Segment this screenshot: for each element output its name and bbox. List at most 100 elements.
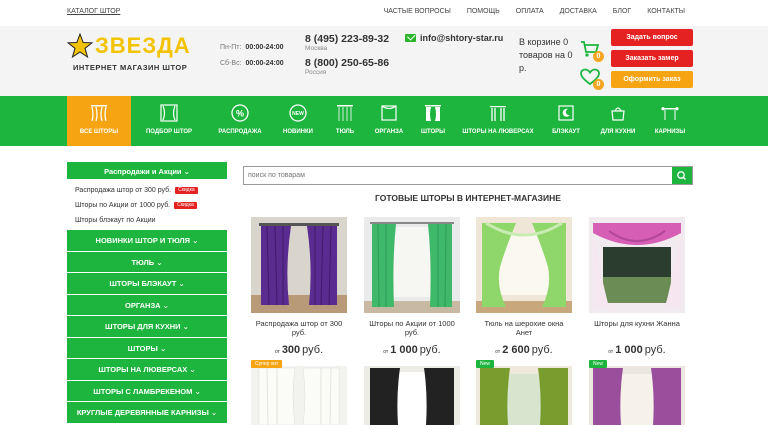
search-input[interactable] — [244, 167, 672, 184]
product-label-badge: New — [589, 360, 608, 368]
cart-count-badge: 0 — [593, 51, 604, 62]
product-image[interactable] — [589, 366, 685, 425]
nav-label: РАСПРОДАЖА — [218, 129, 262, 135]
nav-label: БЛЭКАУТ — [552, 129, 580, 135]
price-prefix: от — [274, 349, 280, 355]
blog-link[interactable]: БЛОГ — [613, 8, 631, 15]
phone-russia-city: Россия — [305, 69, 327, 76]
nav-label: ШТОРЫ — [420, 129, 446, 135]
product-price: от 1 000 руб. — [364, 340, 460, 358]
phone-russia[interactable]: 8 (800) 250-65-86 — [305, 57, 389, 69]
product-image[interactable] — [476, 366, 572, 425]
hours-weekend-time: 00:00-24:00 — [245, 60, 284, 67]
phone-moscow[interactable]: 8 (495) 223-89-32 — [305, 33, 389, 45]
order-measure-button[interactable]: Заказать замер — [611, 50, 693, 67]
brand-tagline: ИНТЕРНЕТ МАГАЗИН ШТОР — [73, 63, 188, 72]
cart-summary[interactable]: В корзине 0 товаров на 0 р. — [519, 36, 575, 75]
kitchen-icon — [611, 107, 625, 121]
product-card[interactable]: New — [589, 360, 685, 425]
curtain-icon — [91, 105, 107, 122]
ask-question-button[interactable]: Задать вопрос — [611, 29, 693, 46]
sidebar-item-label: ТЮЛЬ — [131, 257, 155, 267]
product-image[interactable] — [364, 366, 460, 425]
sidebar-head-label: Распродажи и Акции — [104, 167, 182, 176]
price-currency: руб. — [531, 344, 553, 356]
sidebar-item-organza[interactable]: ОРГАНЗА ⌄ — [67, 294, 227, 316]
nav-label: ПОДБОР ШТОР — [145, 129, 193, 135]
sidebar-sub-item[interactable]: Шторы по Акции от 1000 руб. Скидка — [67, 198, 227, 213]
sidebar-item-kitchen[interactable]: ШТОРЫ ДЛЯ КУХНИ ⌄ — [67, 316, 227, 338]
working-hours: Пн-Пт: 00:00-24:00 Сб-Вс: 00:00-24:00 — [220, 40, 284, 72]
sidebar-item-new[interactable]: НОВИНКИ ШТОР И ТЮЛЯ ⌄ — [67, 230, 227, 252]
sidebar-sales-head[interactable]: Распродажи и Акции ⌄ — [67, 162, 227, 181]
payment-link[interactable]: ОПЛАТА — [516, 8, 544, 15]
sidebar-sub-item[interactable]: Распродажа штор от 300 руб. Скидка — [67, 183, 227, 198]
price-value: 300 — [281, 344, 301, 356]
sidebar-item-label: ШТОРЫ С ЛАМБРЕКЕНОМ — [93, 386, 193, 396]
nav-label: ДЛЯ КУХНИ — [600, 129, 636, 135]
cart-icon[interactable]: 0 — [580, 40, 604, 62]
hours-weekdays-label: Пн-Пт: — [220, 44, 242, 51]
svg-text:NEW: NEW — [292, 111, 304, 117]
product-price: от 2 600 руб. — [476, 340, 572, 358]
email-contact[interactable]: info@shtory-star.ru — [405, 33, 503, 43]
catalog-link[interactable]: КАТАЛОГ ШТОР — [67, 8, 120, 15]
product-name[interactable]: Тюль на шерохие окна Анет — [476, 319, 572, 337]
product-image[interactable] — [364, 217, 460, 313]
sidebar-item-blackout[interactable]: ШТОРЫ БЛЭКАУТ ⌄ — [67, 273, 227, 295]
envelope-icon — [405, 34, 416, 42]
product-name[interactable]: Шторы для кухни Жанна — [589, 319, 685, 337]
sidebar-item-lambrequin[interactable]: ШТОРЫ С ЛАМБРЕКЕНОМ ⌄ — [67, 380, 227, 402]
product-image[interactable] — [251, 217, 347, 313]
nav-rods[interactable]: КАРНИЗЫ — [645, 96, 695, 146]
product-label-badge: Супер хит — [251, 360, 283, 368]
product-image[interactable] — [251, 366, 347, 425]
nav-label: ШТОРЫ НА ЛЮВЕРСАХ — [462, 129, 534, 135]
nav-curtain-select[interactable]: ПОДБОР ШТОР — [131, 96, 207, 146]
sidebar-item-label: ШТОРЫ — [127, 343, 158, 353]
sidebar-item-rods[interactable]: КРУГЛЫЕ ДЕРЕВЯННЫЕ КАРНИЗЫ ⌄ — [67, 402, 227, 424]
product-image[interactable] — [476, 217, 572, 313]
product-price: от 1 000 руб. — [589, 340, 685, 358]
nav-label: ВСЕ ШТОРЫ — [79, 129, 119, 135]
price-value: 1 000 — [615, 344, 643, 356]
sidebar-item-drapes[interactable]: ШТОРЫ ⌄ — [67, 337, 227, 359]
help-link[interactable]: ПОМОЩЬ — [467, 8, 500, 15]
delivery-link[interactable]: ДОСТАВКА — [560, 8, 597, 15]
contacts-link[interactable]: КОНТАКТЫ — [647, 8, 685, 15]
product-name[interactable]: Распродажа штор от 300 руб. — [251, 319, 347, 337]
nav-drapes[interactable]: ШТОРЫ — [411, 96, 455, 146]
nav-tulle[interactable]: ТЮЛЬ — [323, 96, 367, 146]
product-image[interactable] — [589, 217, 685, 313]
logo[interactable]: ЗВЕЗДА ИНТЕРНЕТ МАГАЗИН ШТОР — [67, 33, 197, 83]
sidebar-item-label: ШТОРЫ ДЛЯ КУХНИ — [105, 322, 181, 331]
product-card[interactable]: Тюль на шерохие окна Анет от 2 600 руб. — [476, 217, 572, 358]
nav-blackout[interactable]: БЛЭКАУТ — [541, 96, 591, 146]
product-card[interactable] — [364, 366, 460, 425]
nav-grommets[interactable]: ШТОРЫ НА ЛЮВЕРСАХ — [455, 96, 541, 146]
nav-sale[interactable]: % РАСПРОДАЖА — [207, 96, 273, 146]
sidebar-item-grommets[interactable]: ШТОРЫ НА ЛЮВЕРСАХ ⌄ — [67, 359, 227, 381]
product-card[interactable]: Шторы по Акции от 1000 руб. от 1 000 руб. — [364, 217, 460, 358]
sidebar-item-tulle[interactable]: ТЮЛЬ ⌄ — [67, 251, 227, 273]
product-card[interactable]: Распродажа штор от 300 руб. от 300 руб. — [251, 217, 347, 358]
hours-weekend-label: Сб-Вс: — [220, 60, 242, 67]
phone-moscow-city: Москва — [305, 45, 328, 52]
checkout-button[interactable]: Оформить заказ — [611, 71, 693, 88]
faq-link[interactable]: ЧАСТЫЕ ВОПРОСЫ — [384, 8, 451, 15]
nav-all-curtains[interactable]: ВСЕ ШТОРЫ — [67, 96, 131, 146]
favorites-icon[interactable]: 0 — [580, 68, 604, 90]
product-name[interactable]: Шторы по Акции от 1000 руб. — [364, 319, 460, 337]
product-card[interactable]: New — [476, 360, 572, 425]
page-title: ГОТОВЫЕ ШТОРЫ В ИНТЕРНЕТ-МАГАЗИНЕ — [375, 193, 561, 203]
nav-new[interactable]: NEW НОВИНКИ — [273, 96, 323, 146]
nav-kitchen[interactable]: ДЛЯ КУХНИ — [591, 96, 645, 146]
discount-badge: Скидка — [174, 202, 197, 209]
fav-count-badge: 0 — [593, 79, 604, 90]
product-card[interactable]: Супер хит — [251, 360, 347, 425]
top-bar: КАТАЛОГ ШТОР ЧАСТЫЕ ВОПРОСЫ ПОМОЩЬ ОПЛАТ… — [0, 0, 768, 26]
sidebar-sub-item[interactable]: Шторы блэкаут по Акции — [67, 213, 227, 228]
product-card[interactable]: Шторы для кухни Жанна от 1 000 руб. — [589, 217, 685, 358]
search-button[interactable] — [672, 167, 692, 184]
nav-organza[interactable]: ОРГАНЗА — [367, 96, 411, 146]
